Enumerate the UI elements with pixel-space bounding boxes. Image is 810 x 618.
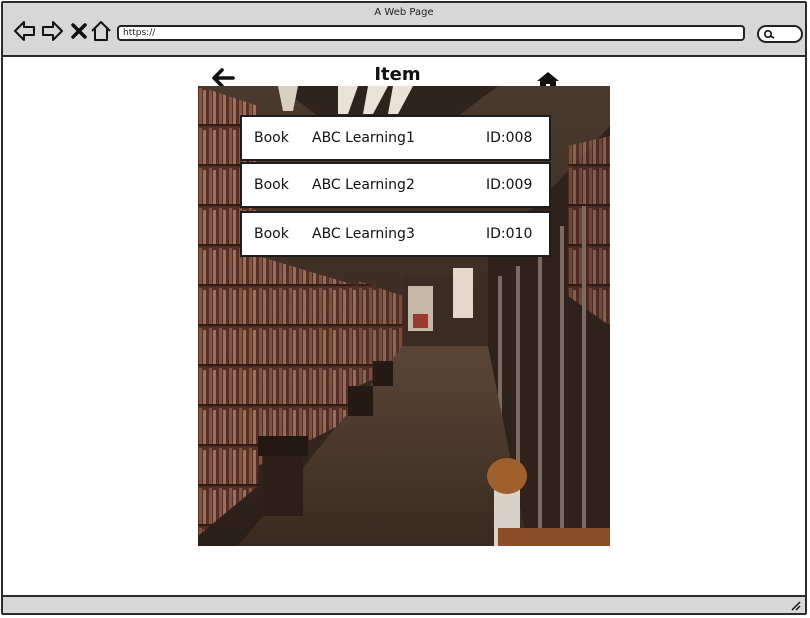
item-title: ABC Learning3 [312, 226, 415, 242]
item-id: ID:008 [486, 130, 533, 146]
forward-arrow-icon[interactable] [40, 19, 64, 43]
address-bar[interactable]: https:// [117, 25, 745, 41]
item-id: ID:009 [486, 177, 533, 193]
list-item[interactable]: Book ABC Learning3 ID:010 [240, 211, 551, 257]
list-item[interactable]: Book ABC Learning2 ID:009 [240, 162, 551, 208]
item-title: ABC Learning2 [312, 177, 415, 193]
item-type: Book [254, 130, 289, 146]
item-type: Book [254, 226, 289, 242]
close-x-icon[interactable] [67, 19, 91, 43]
page-title: Item [374, 64, 421, 85]
status-bar [3, 595, 805, 613]
home-icon[interactable] [89, 19, 113, 43]
browser-toolbar: A Web Page https:// [3, 3, 805, 57]
list-item[interactable]: Book ABC Learning1 ID:008 [240, 115, 551, 161]
resize-grip-icon[interactable] [789, 599, 801, 611]
back-arrow-icon[interactable] [13, 19, 37, 43]
window-title: A Web Page [374, 7, 434, 18]
item-id: ID:010 [486, 226, 533, 242]
search-box[interactable] [757, 25, 803, 43]
item-type: Book [254, 177, 289, 193]
item-title: ABC Learning1 [312, 130, 415, 146]
search-icon [763, 29, 775, 39]
